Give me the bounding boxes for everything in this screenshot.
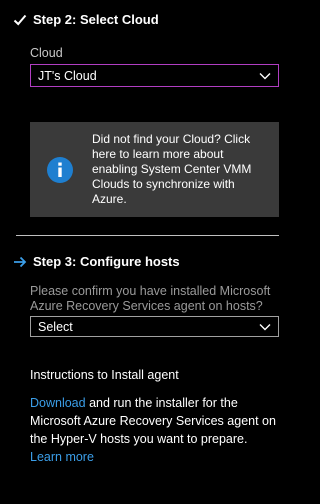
- site-recovery-blade: Step 2: Select Cloud Cloud JT's Cloud Di…: [0, 0, 295, 504]
- cloud-info-banner[interactable]: Did not find your Cloud? Click here to l…: [30, 122, 279, 217]
- cloud-dropdown-value: JT's Cloud: [38, 68, 97, 83]
- cloud-dropdown[interactable]: JT's Cloud: [30, 64, 279, 87]
- download-link[interactable]: Download: [30, 396, 86, 410]
- info-icon-container: [30, 156, 90, 183]
- step2-header: Step 2: Select Cloud: [13, 12, 159, 27]
- agent-confirm-question: Please confirm you have installed Micros…: [30, 284, 271, 313]
- checkmark-icon: [13, 14, 27, 25]
- cloud-info-text: Did not find your Cloud? Click here to l…: [92, 132, 252, 206]
- chevron-down-icon: [259, 323, 271, 330]
- cloud-label: Cloud: [30, 46, 63, 60]
- learn-more-link[interactable]: Learn more: [30, 450, 94, 464]
- arrow-right-icon: [14, 256, 27, 267]
- agent-installed-dropdown[interactable]: Select: [30, 316, 279, 337]
- section-divider: [16, 235, 279, 236]
- agent-installed-dropdown-value: Select: [38, 319, 73, 334]
- step3-title: Step 3: Configure hosts: [33, 254, 180, 269]
- step2-title: Step 2: Select Cloud: [33, 12, 159, 27]
- info-icon: [47, 156, 73, 183]
- step3-header: Step 3: Configure hosts: [13, 254, 180, 269]
- instructions-heading: Instructions to Install agent: [30, 368, 179, 382]
- chevron-down-icon: [259, 72, 271, 79]
- instructions-text: Download and run the installer for the M…: [30, 394, 282, 466]
